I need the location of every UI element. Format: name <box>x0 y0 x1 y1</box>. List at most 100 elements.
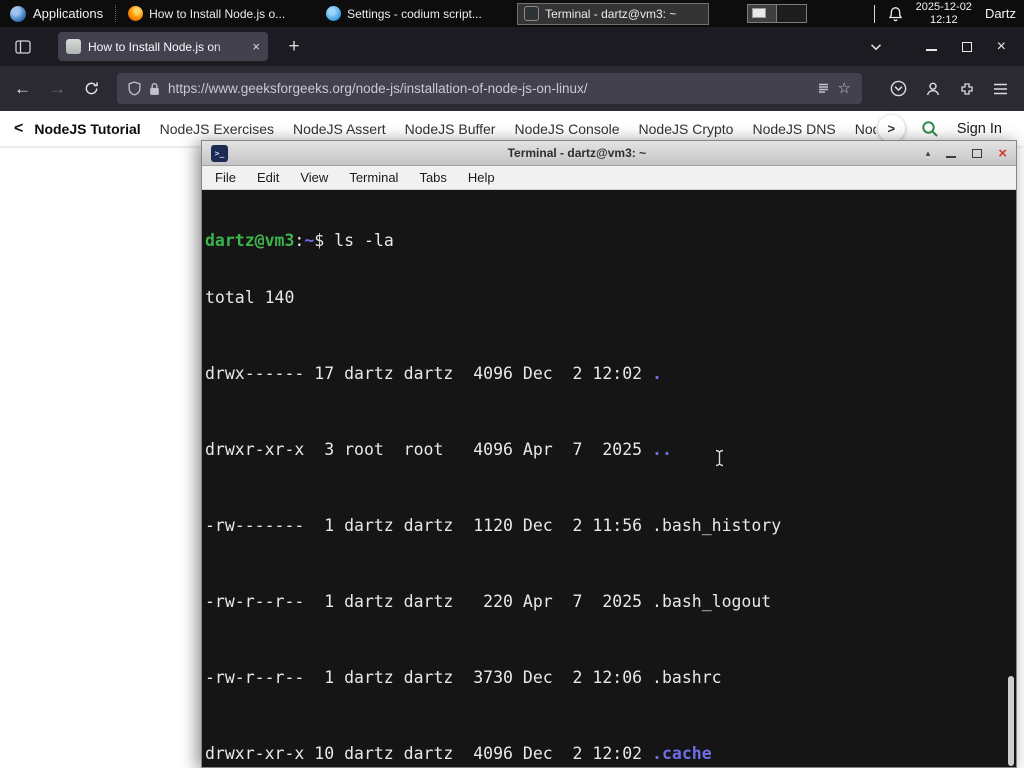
terminal-line: drwx------ 17 dartz dartz 4096 Dec 2 12:… <box>205 364 662 383</box>
minimize-button[interactable] <box>925 49 937 51</box>
terminal-maximize-button[interactable] <box>972 148 983 158</box>
panel-right-cluster: 2025-12-02 12:12 Dartz <box>873 1 1024 26</box>
top-panel: Applications How to Install Node.js o...… <box>0 0 1024 27</box>
taskbar-app-icon <box>524 6 540 21</box>
terminal-close-button[interactable]: × <box>998 146 1007 161</box>
terminal-menu-item[interactable]: File <box>215 170 236 185</box>
prompt-path: ~ <box>304 231 315 250</box>
notification-bell-icon[interactable] <box>888 6 903 22</box>
terminal-window-controls: ▴ × <box>926 146 1007 161</box>
mouse-ibeam-cursor <box>635 430 725 490</box>
firefox-view-icon[interactable] <box>10 34 36 60</box>
tabbar-actions: × <box>870 38 1024 55</box>
terminal-menu-item[interactable]: Edit <box>257 170 279 185</box>
clock-date: 2025-12-02 <box>915 1 972 13</box>
terminal-screen[interactable]: dartz@vm3:~$ ls -la total 140 drwx------… <box>202 190 1016 767</box>
taskbar-item[interactable]: Settings - codium script... <box>319 3 511 25</box>
workspace-2[interactable] <box>777 4 808 23</box>
bookmark-star-icon[interactable]: ☆ <box>838 81 851 96</box>
panel-separator <box>115 5 117 22</box>
tab-title: How to Install Node.js on <box>88 39 221 54</box>
back-icon[interactable]: ← <box>14 80 31 97</box>
prompt-command: ls -la <box>334 231 394 250</box>
taskbar-item[interactable]: How to Install Node.js o... <box>121 3 313 25</box>
lock-icon[interactable] <box>149 82 160 96</box>
site-nav-item[interactable]: NodeJS Assert <box>293 121 386 137</box>
applications-menu-button[interactable]: Applications <box>0 0 113 27</box>
terminal-menu-item[interactable]: Help <box>468 170 495 185</box>
prompt-user-host: dartz@vm3 <box>205 231 295 250</box>
terminal-total-line: total 140 <box>205 288 295 307</box>
terminal-menu-item[interactable]: Tabs <box>419 170 446 185</box>
browser-tab[interactable]: How to Install Node.js on × <box>58 32 268 61</box>
workspace-switcher[interactable] <box>747 4 808 23</box>
file-name: .cache <box>652 744 712 763</box>
terminal-line: drwxr-xr-x 3 root root 4096 Apr 7 2025 .… <box>205 440 672 459</box>
taskbar-item-label: Settings - codium script... <box>347 6 482 21</box>
terminal-window: Terminal - dartz@vm3: ~ ▴ × File Edit Vi… <box>201 140 1017 768</box>
taskbar-item-label: How to Install Node.js o... <box>149 6 286 21</box>
file-name: .bash_logout <box>652 592 772 611</box>
site-nav-item[interactable]: NodeJS Console <box>514 121 619 137</box>
restore-button[interactable] <box>961 41 972 52</box>
pocket-icon[interactable] <box>890 80 907 97</box>
menu-hamburger-icon[interactable] <box>993 83 1008 95</box>
url-text: https://www.geeksforgeeks.org/node-js/in… <box>168 81 588 96</box>
file-name: . <box>652 364 662 383</box>
workspace-1[interactable] <box>747 4 778 23</box>
toolbar-icons <box>880 80 1010 97</box>
terminal-menu-bar: File Edit View Terminal Tabs Help <box>202 166 1016 190</box>
file-name: .bash_history <box>652 516 782 535</box>
taskbar-app-icon <box>128 6 144 21</box>
window-controls: × <box>925 38 1024 55</box>
nav-scroll-left-chevron-icon[interactable]: < <box>14 120 23 138</box>
close-button[interactable]: × <box>997 38 1006 55</box>
terminal-prompt-line: dartz@vm3:~$ ls -la <box>205 231 394 250</box>
tab-close-icon[interactable]: × <box>252 40 260 53</box>
sign-in-button[interactable]: Sign In <box>957 121 1002 137</box>
tab-favicon <box>66 39 81 54</box>
tab-bar: How to Install Node.js on × + × <box>0 27 1024 66</box>
taskbar-item[interactable]: Terminal - dartz@vm3: ~ <box>517 2 710 25</box>
terminal-window-title: Terminal - dartz@vm3: ~ <box>507 146 647 160</box>
terminal-line: -rw------- 1 dartz dartz 1120 Dec 2 11:5… <box>205 516 782 535</box>
shade-button[interactable]: ▴ <box>926 148 931 158</box>
terminal-menu-item[interactable]: Terminal <box>349 170 398 185</box>
new-tab-button[interactable]: + <box>282 36 306 58</box>
navigation-toolbar: ← → https://www.geeksforgeeks.org/node-j… <box>0 66 1024 111</box>
extensions-icon[interactable] <box>959 81 975 97</box>
site-nav-item[interactable]: NodeJS <box>855 121 876 137</box>
reload-icon[interactable] <box>84 81 99 96</box>
site-nav-item[interactable]: NodeJS DNS <box>752 121 835 137</box>
reader-view-icon[interactable] <box>817 82 830 95</box>
taskbar-item-label: Terminal - dartz@vm3: ~ <box>545 6 677 21</box>
clock-time: 12:12 <box>930 13 958 26</box>
site-nav-items: NodeJS Tutorial NodeJS Exercises NodeJS … <box>34 121 876 137</box>
account-icon[interactable] <box>925 81 941 97</box>
applications-menu-icon <box>10 5 26 22</box>
terminal-menu-item[interactable]: View <box>300 170 328 185</box>
panel-clock[interactable]: 2025-12-02 12:12 <box>916 1 972 26</box>
file-name: .bashrc <box>652 668 722 687</box>
terminal-app-icon <box>211 144 228 162</box>
site-nav-item[interactable]: NodeJS Buffer <box>405 121 496 137</box>
taskbar-app-icon <box>326 6 342 21</box>
panel-divider <box>873 4 875 23</box>
panel-username: Dartz <box>984 6 1016 21</box>
site-nav-item[interactable]: NodeJS Exercises <box>160 121 274 137</box>
site-nav-item[interactable]: NodeJS Crypto <box>639 121 734 137</box>
applications-menu-label: Applications <box>33 6 104 21</box>
search-icon[interactable] <box>921 120 939 138</box>
site-nav-item[interactable]: NodeJS Tutorial <box>34 121 140 137</box>
forward-icon[interactable]: → <box>49 80 66 97</box>
terminal-line: -rw-r--r-- 1 dartz dartz 3730 Dec 2 12:0… <box>205 668 722 687</box>
url-bar[interactable]: https://www.geeksforgeeks.org/node-js/in… <box>117 73 862 104</box>
nav-scroll-right-chevron-icon[interactable]: > <box>877 115 905 142</box>
terminal-title-bar[interactable]: Terminal - dartz@vm3: ~ ▴ × <box>202 141 1016 166</box>
desktop: Applications How to Install Node.js o...… <box>0 0 1024 768</box>
list-all-tabs-chevron-icon[interactable] <box>870 43 882 51</box>
terminal-scrollbar-thumb[interactable] <box>1008 676 1014 766</box>
terminal-minimize-button[interactable] <box>946 155 957 158</box>
workspace-window-thumbnail <box>752 8 767 18</box>
tracking-shield-icon[interactable] <box>128 81 141 96</box>
